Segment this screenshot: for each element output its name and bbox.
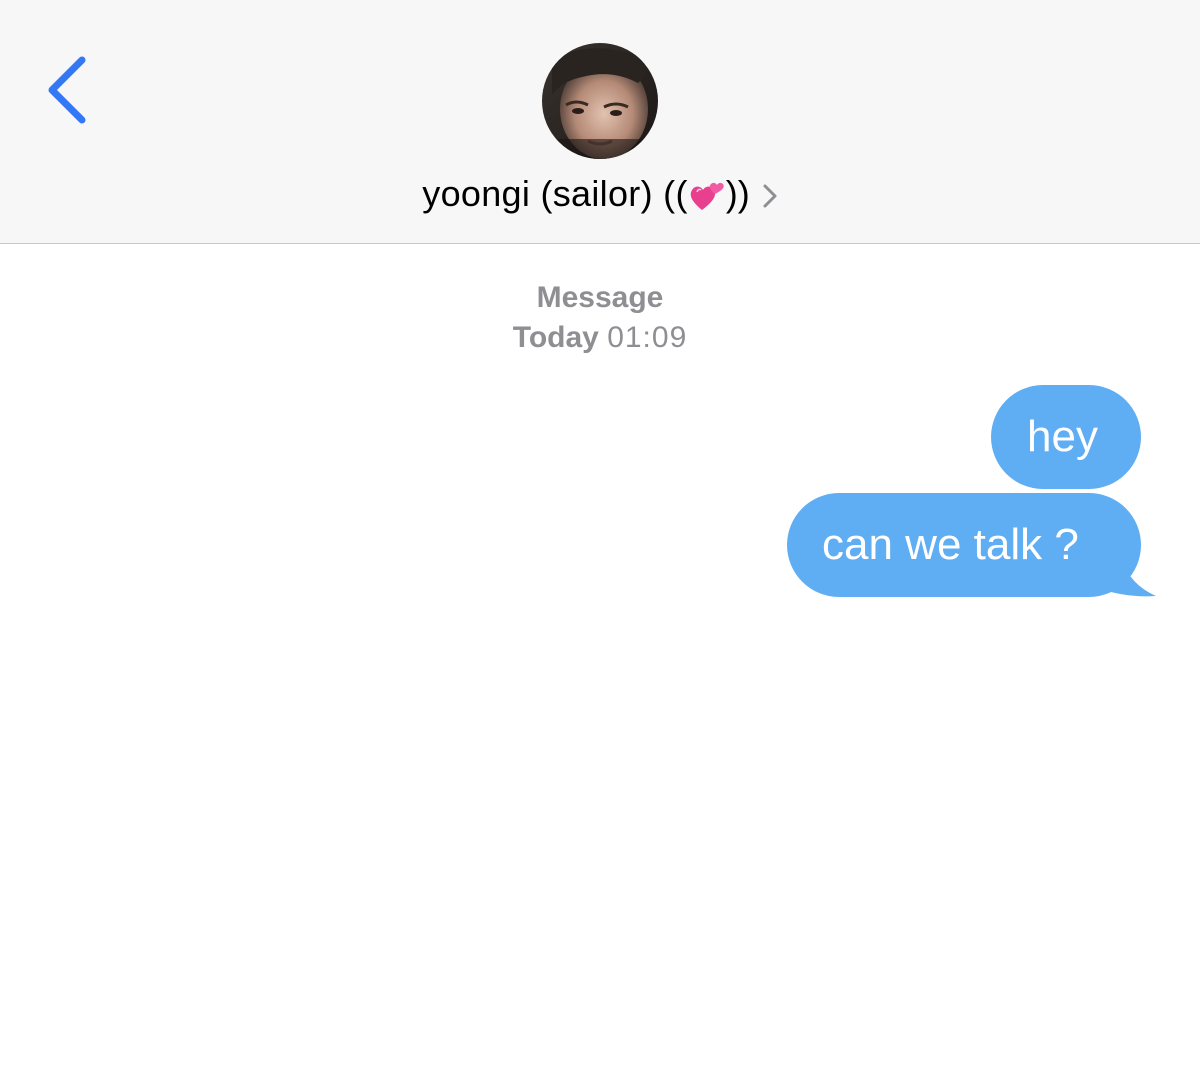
chevron-right-icon <box>763 184 777 208</box>
contact-avatar[interactable] <box>542 43 658 159</box>
contact-name-suffix: )) <box>725 173 750 214</box>
avatar-photo <box>542 43 658 159</box>
message-text: hey <box>1027 412 1098 461</box>
service-label: Message <box>536 281 664 314</box>
message-text: can we talk ? <box>822 520 1079 569</box>
conversation-header: yoongi (sailor) (( )) <box>0 0 1200 244</box>
back-button[interactable] <box>44 56 92 126</box>
imessage-screen: yoongi (sailor) (( )) Message Today 01:0… <box>0 0 1200 1075</box>
date-time-row: Today 01:09 <box>0 318 1200 358</box>
conversation-timestamp: Message Today 01:09 <box>0 278 1200 358</box>
two-hearts-emoji-icon <box>690 182 724 210</box>
time-label: 01:09 <box>607 321 688 354</box>
message-bubble[interactable]: hey <box>991 385 1141 489</box>
chevron-left-icon <box>48 56 86 124</box>
contact-name: yoongi (sailor) (( <box>422 173 688 214</box>
contact-name-row[interactable]: yoongi (sailor) (( )) <box>0 166 1200 222</box>
message-bubble[interactable]: can we talk ? <box>787 493 1141 597</box>
day-label: Today <box>512 321 599 354</box>
